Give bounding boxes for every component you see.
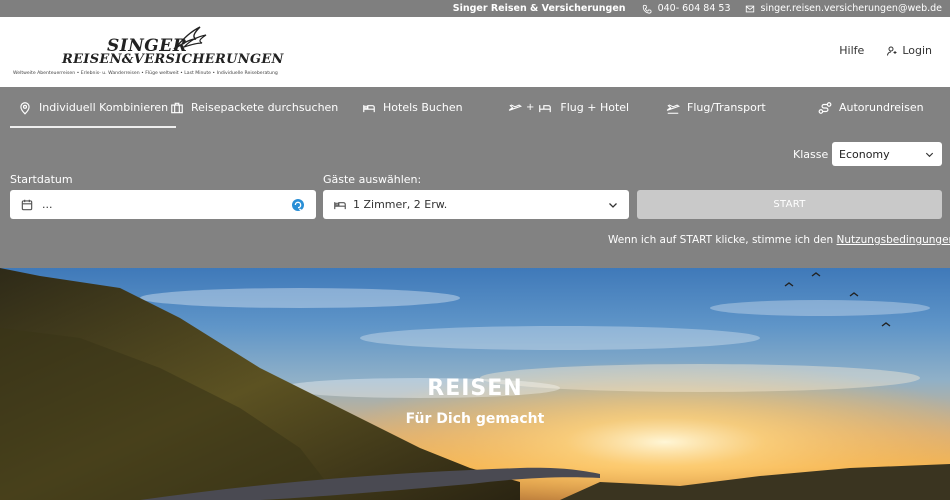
tab-autorundreisen[interactable]: Autorundreisen xyxy=(818,87,924,128)
gaeste-select[interactable]: 1 Zimmer, 2 Erw. xyxy=(323,190,629,219)
logo[interactable]: SINGER REISEN&VERSICHERUNGEN Weltweite A… xyxy=(12,23,297,83)
user-icon xyxy=(887,46,897,56)
phone-contact[interactable]: 040- 604 84 53 xyxy=(642,3,731,14)
login-label: Login xyxy=(902,44,932,57)
hero-banner: REISEN Für Dich gemacht xyxy=(0,268,950,500)
tab-label: Flug/Transport xyxy=(687,101,766,114)
email-contact[interactable]: singer.reisen.versicherungen@web.de xyxy=(745,3,943,14)
startdatum-label: Startdatum xyxy=(10,173,73,186)
terms-text: Wenn ich auf START klicke, stimme ich de… xyxy=(608,234,837,246)
suitcase-icon xyxy=(171,102,183,113)
bed-icon xyxy=(363,104,375,112)
tab-label: Hotels Buchen xyxy=(383,101,463,114)
tab-label: Flug + Hotel xyxy=(560,101,630,114)
plus-sign: + xyxy=(526,102,535,113)
route-icon xyxy=(818,101,832,114)
tab-reisepackete[interactable]: Reisepackete durchsuchen xyxy=(170,87,338,128)
mail-icon xyxy=(745,5,754,12)
phone-icon xyxy=(642,4,652,14)
hero-subtitle: Für Dich gemacht xyxy=(405,411,545,427)
email-address: singer.reisen.versicherungen@web.de xyxy=(760,3,943,14)
klasse-select[interactable]: Economy xyxy=(832,142,942,166)
hero-title: REISEN xyxy=(427,376,523,401)
tab-label: Reisepackete durchsuchen xyxy=(191,101,339,114)
tab-individuell-kombinieren[interactable]: Individuell Kombinieren xyxy=(10,87,177,128)
bed-icon xyxy=(539,104,552,112)
map-pin-icon xyxy=(20,101,30,115)
plane-icon xyxy=(666,103,680,114)
bed-icon xyxy=(334,201,346,209)
klasse-value: Economy xyxy=(839,147,890,161)
search-panel: Klasse Economy Startdatum ... Gäste ausw… xyxy=(0,128,950,268)
terms-link[interactable]: Nutzungsbedingungen zu xyxy=(837,234,950,246)
chevron-down-icon xyxy=(925,152,934,157)
gaeste-value: 1 Zimmer, 2 Erw. xyxy=(353,198,448,211)
tab-hotels-buchen[interactable]: Hotels Buchen xyxy=(362,87,463,128)
start-button[interactable]: START xyxy=(637,190,942,219)
plane-icon xyxy=(508,103,522,111)
calendar-icon xyxy=(21,199,33,210)
logo-tagline: Weltweite Abenteuerreisen • Erlebnis- u.… xyxy=(13,71,278,76)
gaeste-label: Gäste auswählen: xyxy=(323,173,422,186)
startdatum-value: ... xyxy=(42,198,53,211)
tab-label: Individuell Kombinieren xyxy=(39,101,169,114)
phone-number: 040- 604 84 53 xyxy=(657,3,731,14)
header-actions: Hilfe Login xyxy=(839,44,932,57)
booking-tabs: Individuell Kombinieren Reisepackete dur… xyxy=(0,87,950,128)
refresh-icon[interactable] xyxy=(290,197,306,213)
top-info-bar: Singer Reisen & Versicherungen 040- 604 … xyxy=(0,0,950,17)
tab-label: Autorundreisen xyxy=(839,101,924,114)
help-link[interactable]: Hilfe xyxy=(839,44,864,57)
startdatum-field[interactable]: ... xyxy=(10,190,316,219)
terms-notice: Wenn ich auf START klicke, stimme ich de… xyxy=(608,234,950,246)
tab-flug-hotel[interactable]: + Flug + Hotel xyxy=(508,87,629,128)
klasse-label: Klasse xyxy=(793,148,829,161)
site-header: SINGER REISEN&VERSICHERUNGEN Weltweite A… xyxy=(0,17,950,87)
tab-flug-transport[interactable]: Flug/Transport xyxy=(666,87,766,128)
chevron-down-icon xyxy=(609,202,617,208)
logo-line-2: REISEN&VERSICHERUNGEN xyxy=(62,52,284,67)
login-button[interactable]: Login xyxy=(886,44,932,57)
company-name: Singer Reisen & Versicherungen xyxy=(452,3,626,14)
